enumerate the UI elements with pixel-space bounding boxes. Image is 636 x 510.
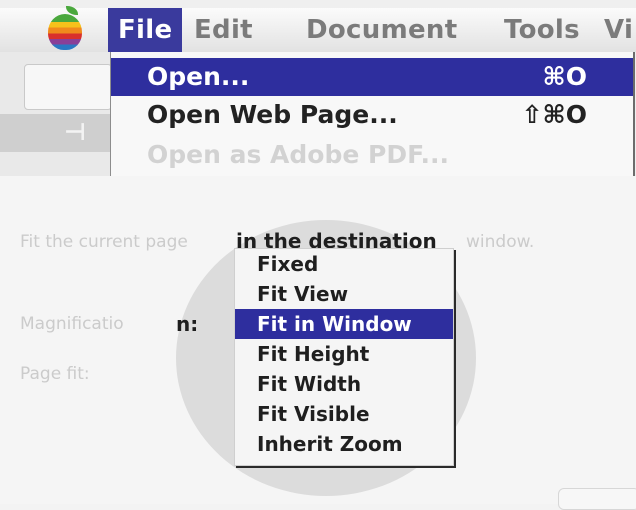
menu-item-open-web-page[interactable]: Open Web Page... ⇧⌘O	[111, 96, 633, 134]
magnification-popup-menu: Fixed Fit View Fit in Window Fit Height …	[234, 248, 454, 466]
menu-view[interactable]: Vi	[604, 8, 633, 52]
magnification-label: n:	[176, 312, 199, 336]
option-fit-visible[interactable]: Fit Visible	[235, 399, 453, 429]
menu-item-open-as-pdf[interactable]: Open as Adobe PDF...	[111, 136, 633, 174]
file-menu-dropdown: Open... ⌘O Open Web Page... ⇧⌘O Open as …	[110, 52, 635, 176]
menu-item-shortcut: ⇧⌘O	[521, 100, 587, 129]
hint-text-faded-right: window.	[466, 232, 535, 252]
menu-edit[interactable]: Edit	[194, 8, 253, 52]
option-fit-height[interactable]: Fit Height	[235, 339, 453, 369]
partial-button[interactable]	[558, 488, 636, 510]
underlying-toolbar-field	[24, 64, 112, 110]
option-inherit-zoom[interactable]: Inherit Zoom	[235, 429, 453, 459]
menu-file[interactable]: File	[108, 8, 183, 52]
option-fit-width[interactable]: Fit Width	[235, 369, 453, 399]
menu-item-label: Open as Adobe PDF...	[147, 140, 450, 169]
menu-item-label: Open Web Page...	[147, 100, 398, 129]
menu-document[interactable]: Document	[306, 8, 457, 52]
option-fit-in-window[interactable]: Fit in Window	[235, 309, 453, 339]
menu-item-open[interactable]: Open... ⌘O	[111, 58, 633, 96]
magnification-label-faded: Magnificatio	[20, 314, 124, 334]
option-fixed[interactable]: Fixed	[235, 249, 453, 279]
menu-item-label: Open...	[147, 62, 250, 91]
menu-item-shortcut: ⌘O	[542, 62, 587, 91]
apple-menu-icon[interactable]	[48, 14, 82, 50]
hint-text-faded: Fit the current page	[20, 232, 188, 252]
underlying-title-bar: ⊣	[0, 114, 110, 152]
page-fit-label: Page fit:	[20, 364, 90, 384]
option-fit-view[interactable]: Fit View	[235, 279, 453, 309]
menu-tools[interactable]: Tools	[504, 8, 580, 52]
